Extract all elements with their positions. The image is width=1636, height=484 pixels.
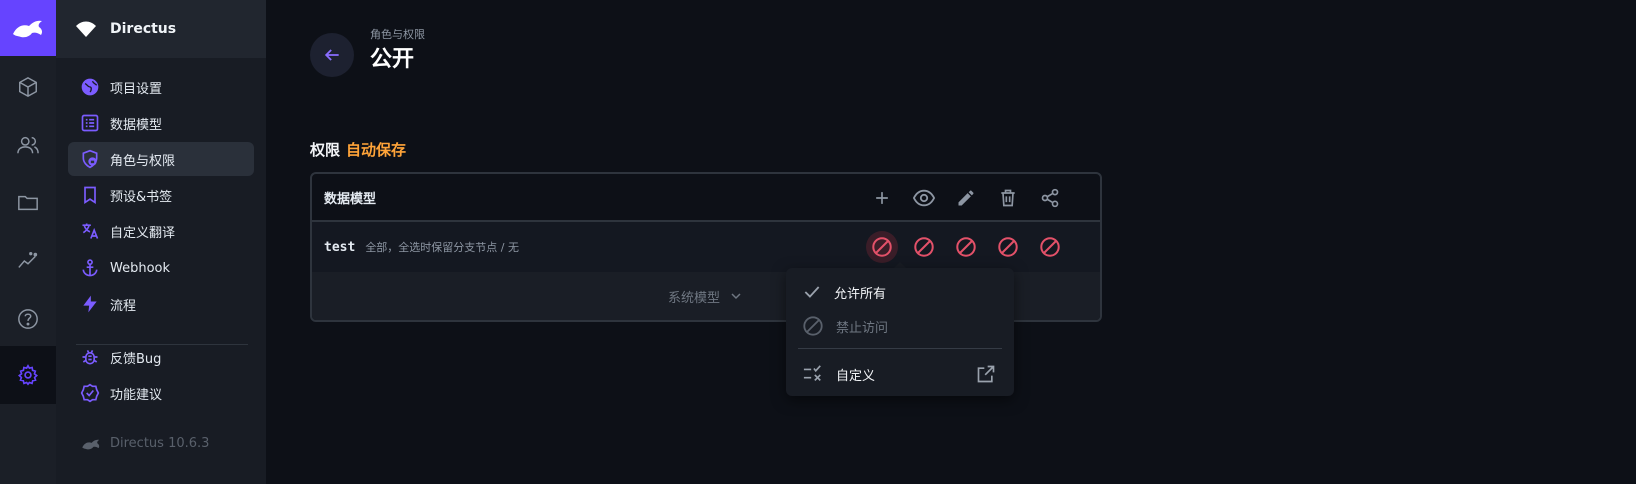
nav-item-report-bug[interactable]: 反馈Bug [68,340,254,374]
bolt-icon [80,294,100,314]
edit-icon[interactable] [954,186,978,210]
nav-item-label: 功能建议 [110,387,163,403]
nav-item-translations[interactable]: 自定义翻译 [68,214,254,248]
content-module-box-icon[interactable] [0,58,56,116]
nav-item-label: Webhook [110,260,171,276]
version-label: Directus 10.6.3 [110,436,210,451]
system-collections-label: 系统模型 [667,290,720,306]
globe-icon [80,77,100,97]
chevron-down-icon [731,293,741,300]
translate-icon [80,221,100,241]
bookmark-icon [80,185,100,205]
nav-item-label: 自定义翻译 [110,225,176,241]
open-in-new-icon [977,365,995,383]
block-icon [803,316,823,336]
nav-item-roles-permissions[interactable]: 角色与权限 [68,142,254,176]
read-permission-block-icon[interactable] [912,235,936,259]
project-header[interactable]: Directus [56,0,266,58]
share-permission-block-icon[interactable] [1038,235,1062,259]
eye-icon[interactable] [912,186,936,210]
version-info: Directus 10.6.3 [80,436,209,451]
menu-item-no-access[interactable]: 禁止访问 [798,310,1002,342]
nav-item-label: 流程 [110,298,137,314]
shield-icon [80,149,100,169]
nav-item-label: 项目设置 [110,81,163,97]
permissions-title: 权限 [310,141,341,159]
nav-item-presets-bookmarks[interactable]: 预设&书签 [68,178,254,212]
permission-menu: 允许所有 禁止访问 自定义 [786,268,1014,396]
nav-item-label: 角色与权限 [110,153,176,169]
page-title: 公开 [370,47,415,72]
share-icon[interactable] [1038,186,1062,210]
collection-note: 全部，全选时保留分支节点 / 无 [365,241,520,254]
table-row: test 全部，全选时保留分支节点 / 无 [312,222,1100,272]
menu-item-allow-all[interactable]: 允许所有 [798,276,1002,308]
files-module-folder-icon[interactable] [0,174,56,232]
collection-name[interactable]: test [324,240,355,255]
rule-icon [803,365,821,381]
module-bar [0,0,56,484]
header-collection-label: 数据模型 [324,191,377,207]
table-header: 数据模型 [312,174,1100,222]
verified-icon [80,383,100,403]
nav-item-flows[interactable]: 流程 [68,287,254,321]
insights-module-insights-icon[interactable] [0,232,56,290]
update-permission-block-icon[interactable] [954,235,978,259]
nav-item-data-model[interactable]: 数据模型 [68,106,254,140]
rabbit-icon [13,20,43,38]
menu-item-label: 禁止访问 [836,320,889,336]
back-button[interactable] [310,33,354,77]
nav-item-label: 数据模型 [110,117,163,133]
nav-item-label: 反馈Bug [110,351,162,367]
help-module-help-icon[interactable] [0,290,56,348]
project-name: Directus [110,21,177,37]
delete-icon[interactable] [996,186,1020,210]
list-icon [80,113,100,133]
users-module-users-icon[interactable] [0,116,56,174]
menu-item-custom[interactable]: 自定义 [798,358,1002,390]
wifi-icon [76,21,96,37]
permissions-label: 权限 自动保存 [310,139,406,160]
check-icon [804,286,820,298]
create-permission-block-icon[interactable] [866,231,898,263]
settings-module-gear-icon[interactable] [0,346,56,404]
nav-item-label: 预设&书签 [110,189,173,205]
anchor-icon [80,258,100,278]
arrow-left-icon [324,49,339,61]
delete-permission-block-icon[interactable] [996,235,1020,259]
directus-logo[interactable] [0,0,56,56]
breadcrumb[interactable]: 角色与权限 [370,26,425,42]
menu-item-label: 自定义 [836,368,876,384]
menu-divider [798,348,1002,349]
rabbit-icon [82,439,100,449]
nav-item-webhook[interactable]: Webhook [68,251,254,285]
add-icon[interactable] [870,186,894,210]
autosave-label: 自动保存 [346,141,407,159]
menu-item-label: 允许所有 [834,286,887,302]
bug-icon [80,347,100,367]
nav-item-project-settings[interactable]: 项目设置 [68,70,254,104]
nav-item-request-feature[interactable]: 功能建议 [68,376,254,410]
settings-navigation: Directus 项目设置 数据模型 角色与权限 预设&书签 自定义翻译 Web… [56,0,266,484]
